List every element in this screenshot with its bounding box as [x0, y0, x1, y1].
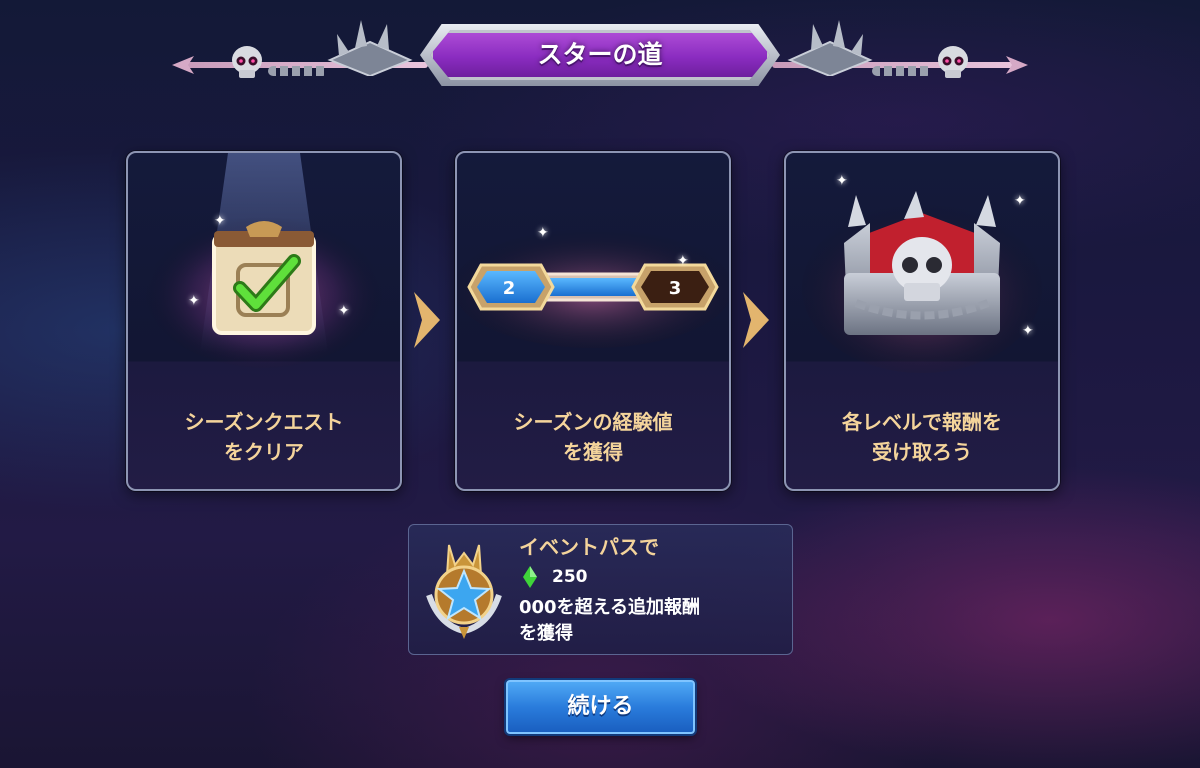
gem-amount: 250	[552, 567, 588, 587]
level-progress-bar-icon: 2 3	[457, 228, 729, 348]
sparkle-icon: ✦	[836, 173, 848, 189]
event-pass-panel: イベントパスで 250 000を超える追加報酬 を獲得	[408, 524, 793, 655]
star-emblem-icon	[426, 544, 502, 639]
step-label-line2: を獲得	[563, 440, 623, 464]
step-label: シーズンの経験値 を獲得	[457, 407, 729, 467]
quest-checklist-icon	[144, 153, 384, 368]
sparkle-icon: ✦	[1014, 193, 1026, 209]
step-label-line2: をクリア	[224, 440, 304, 464]
sparkle-icon: ✦	[214, 213, 226, 229]
header-banner: スターの道	[0, 0, 1200, 110]
step-label: 各レベルで報酬を 受け取ろう	[786, 407, 1058, 467]
left-chain-decoration	[268, 66, 328, 76]
left-arrowhead-icon	[172, 56, 194, 74]
continue-button[interactable]: 続ける	[506, 680, 695, 734]
green-gem-icon	[523, 566, 537, 588]
sparkle-icon: ✦	[188, 293, 200, 309]
chevron-right-icon	[743, 292, 769, 348]
left-spiked-ornament-icon	[327, 20, 413, 76]
step-card-claim-rewards: ✦ ✦ ✦ 各レベルで報酬を 受け取ろう	[784, 151, 1060, 491]
level-from-label: 2	[503, 278, 516, 299]
step-label-line1: 各レベルで報酬を	[842, 410, 1002, 434]
sparkle-icon: ✦	[1022, 323, 1034, 339]
sparkle-icon: ✦	[537, 225, 549, 241]
chevron-right-icon	[414, 292, 440, 348]
event-pass-description: 000を超える追加報酬 を獲得	[519, 595, 779, 647]
right-skull-icon	[938, 46, 968, 78]
left-skull-icon	[232, 46, 262, 78]
step-card-earn-xp: 2 3 ✦ ✦ シーズンの経験値 を獲得	[455, 151, 731, 491]
right-arrowhead-icon	[1006, 56, 1028, 74]
page-title: スターの道	[537, 40, 663, 69]
step-label-line2: 受け取ろう	[872, 440, 972, 464]
right-spiked-ornament-icon	[787, 20, 873, 76]
event-pass-desc-line2: を獲得	[519, 623, 573, 644]
step-label-line1: シーズンの経験値	[513, 410, 673, 434]
step-label-line1: シーズンクエスト	[184, 410, 344, 434]
step-card-clear-quests: ✦ ✦ ✦ シーズンクエスト をクリア	[126, 151, 402, 491]
event-pass-desc-line1: 000を超える追加報酬	[519, 597, 701, 618]
level-to-label: 3	[669, 278, 682, 299]
sparkle-icon: ✦	[677, 253, 689, 269]
event-pass-title: イベントパスで	[519, 535, 659, 559]
step-label: シーズンクエスト をクリア	[128, 407, 400, 467]
skull-chest-icon	[802, 191, 1042, 373]
sparkle-icon: ✦	[338, 303, 350, 319]
right-chain-decoration	[872, 66, 932, 76]
